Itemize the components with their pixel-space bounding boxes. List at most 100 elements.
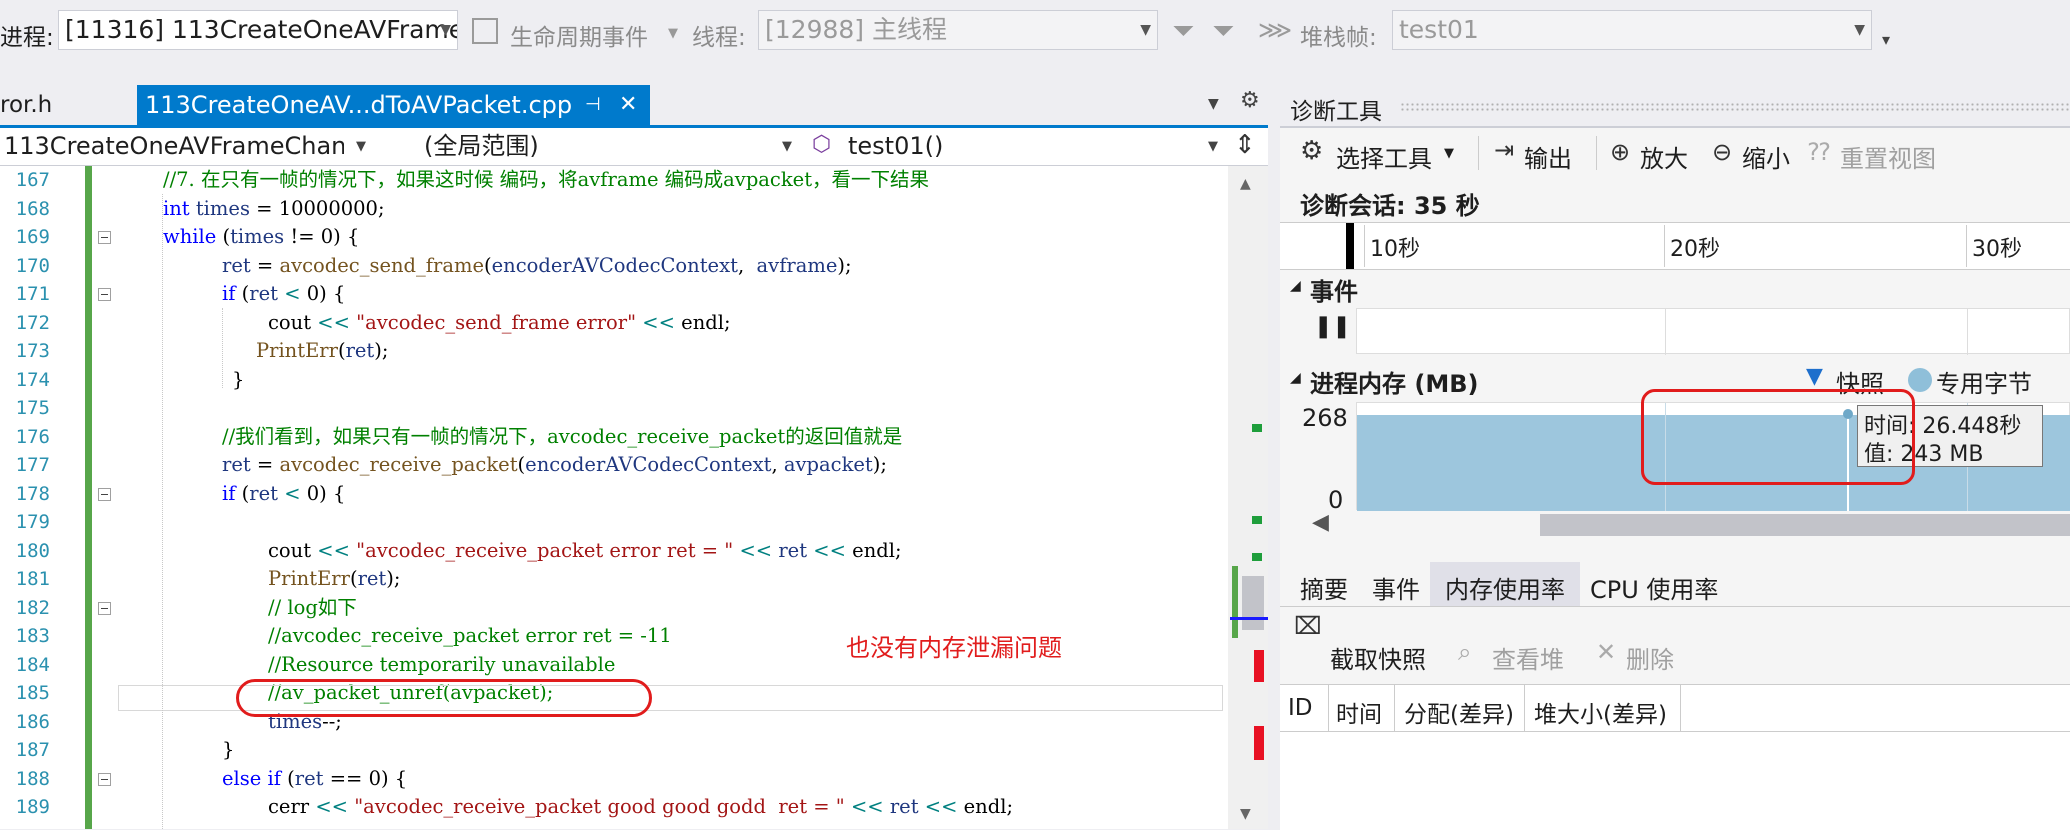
code-line[interactable]: 175	[0, 394, 1228, 423]
chevron-down-icon[interactable]: ▼	[1444, 146, 1454, 161]
split-editor-icon[interactable]: ⇕	[1234, 130, 1256, 160]
timeline-ruler[interactable]: 10秒 20秒 30秒	[1280, 222, 2070, 270]
code-line[interactable]: 173 PrintErr(ret);	[0, 337, 1228, 366]
tab-summary[interactable]: 摘要	[1300, 570, 1348, 605]
pin-icon[interactable]: ⊣	[585, 85, 601, 125]
splitter[interactable]	[1268, 86, 1280, 829]
line-number: 189	[15, 796, 50, 818]
zoom-in-button[interactable]: 放大	[1640, 139, 1688, 174]
code-line[interactable]: 179	[0, 508, 1228, 537]
column-id[interactable]: ID	[1288, 695, 1313, 721]
time-cursor[interactable]	[1346, 223, 1354, 269]
events-section-title: 事件	[1310, 278, 1358, 306]
code-text: while (times != 0) {	[163, 225, 360, 248]
close-icon[interactable]: ✕	[619, 85, 637, 125]
fold-toggle-icon[interactable]	[98, 772, 111, 786]
scroll-up-icon[interactable]: ▲	[1240, 176, 1251, 192]
code-line[interactable]: 170 ret = avcodec_send_frame(encoderAVCod…	[0, 252, 1228, 281]
tab-memory-usage[interactable]: 内存使用率	[1445, 570, 1565, 605]
view-heap-button[interactable]: 查看堆	[1492, 640, 1564, 675]
select-tool-button[interactable]: 选择工具	[1336, 139, 1432, 174]
toolbar-overflow-icon[interactable]: ▾	[1882, 30, 1890, 49]
editor-scrollbar[interactable]: ▲ ▼	[1228, 166, 1268, 829]
fold-toggle-icon[interactable]	[98, 288, 111, 301]
function-dropdown[interactable]: test01()	[848, 128, 1188, 165]
tick-label: 10秒	[1370, 237, 1420, 262]
zoom-out-button[interactable]: 缩小	[1742, 139, 1790, 174]
filter-clear-icon[interactable]: ⏷	[1212, 14, 1234, 48]
code-line[interactable]: 171 if (ret < 0) {	[0, 280, 1228, 309]
lifecycle-icon	[472, 18, 498, 44]
code-line[interactable]: 188 else if (ret == 0) {	[0, 765, 1228, 794]
line-number: 173	[15, 340, 50, 362]
code-line[interactable]: 182 // log如下	[0, 594, 1228, 623]
line-number: 181	[15, 568, 50, 590]
reset-view-button[interactable]: 重置视图	[1840, 139, 1936, 174]
chevron-down-icon[interactable]: ▼	[782, 128, 792, 165]
pause-icon[interactable]: ❚❚	[1314, 314, 1351, 339]
lifecycle-events-dropdown[interactable]: 生命周期事件	[510, 18, 648, 52]
tick-label: 20秒	[1670, 237, 1720, 262]
code-line[interactable]: 180 cout << "avcodec_receive_packet error…	[0, 537, 1228, 566]
code-line[interactable]: 178 if (ret < 0) {	[0, 480, 1228, 509]
search-icon: ⌕	[1458, 638, 1472, 666]
code-line[interactable]: 187}	[0, 736, 1228, 765]
function-name: test01()	[848, 132, 944, 160]
events-track[interactable]	[1356, 308, 2070, 355]
fold-toggle-icon[interactable]	[98, 487, 111, 501]
collapse-icon[interactable]: ◢	[1290, 278, 1301, 294]
memory-graph[interactable]: 时间: 26.448秒 值: 243 MB	[1356, 389, 2070, 511]
column-alloc-diff[interactable]: 分配(差异)	[1404, 695, 1514, 729]
private-bytes-legend: 专用字节	[1936, 370, 2032, 398]
code-line[interactable]: 172 cout << "avcodec_send_frame error" <<…	[0, 309, 1228, 338]
scroll-down-icon[interactable]: ▼	[1240, 806, 1251, 822]
tab-header-file[interactable]: ror.h	[0, 86, 135, 124]
chevron-down-icon: ▼	[668, 26, 678, 41]
line-number: 178	[15, 482, 50, 505]
thread-combo[interactable]: [12988] 主线程 ▼	[758, 10, 1158, 50]
delete-button[interactable]: 删除	[1626, 640, 1674, 675]
chevron-down-icon: ▼	[1854, 22, 1865, 38]
camera-icon: ⌧	[1294, 612, 1322, 640]
chevron-down-icon: ▼	[1140, 22, 1151, 38]
code-line[interactable]: 174}	[0, 366, 1228, 395]
code-text: cout << "avcodec_send_frame error" << en…	[268, 310, 731, 334]
gear-icon[interactable]: ⚙	[1240, 88, 1260, 113]
code-line[interactable]: 181 PrintErr(ret);	[0, 565, 1228, 594]
code-text: PrintErr(ret);	[268, 567, 401, 590]
tab-events[interactable]: 事件	[1372, 570, 1420, 605]
collapse-icon[interactable]: ◢	[1290, 370, 1301, 386]
code-line[interactable]: 167 //7. 在只有一帧的情况下，如果这时候 编码，将avframe 编码成a…	[0, 166, 1228, 195]
process-combo[interactable]: [11316] 113CreateOneAVFrame ▼	[58, 10, 458, 50]
chevron-down-icon[interactable]: ▼	[1208, 128, 1218, 165]
fold-toggle-icon[interactable]	[98, 601, 111, 615]
output-button[interactable]: 输出	[1524, 139, 1572, 174]
column-heap-diff[interactable]: 堆大小(差异)	[1534, 695, 1667, 729]
code-line[interactable]: 169 while (times != 0) {	[0, 223, 1228, 252]
line-number: 174	[15, 368, 50, 391]
title-grip	[1400, 102, 2070, 112]
code-line[interactable]: 168 int times = 10000000;	[0, 195, 1228, 224]
code-text: //我们看到，如果只有一帧的情况下，avcodec_receive_packet…	[222, 424, 903, 448]
filter-icon[interactable]: ⏷	[1172, 14, 1194, 48]
scroll-thumb[interactable]	[1242, 576, 1264, 630]
code-line[interactable]: 189 cerr << "avcodec_receive_packet good …	[0, 793, 1228, 822]
scope-dropdown[interactable]: (全局范围)	[424, 128, 754, 165]
column-time[interactable]: 时间	[1336, 695, 1382, 729]
graph-scroll-thumb[interactable]	[1540, 514, 2070, 536]
tab-active-cpp[interactable]: 113CreateOneAV...dToAVPacket.cpp ⊣ ✕	[137, 85, 650, 125]
stack-frame-combo[interactable]: test01 ▼	[1392, 10, 1872, 50]
code-text: if (ret < 0) {	[222, 282, 346, 305]
tab-list-dropdown-icon[interactable]: ▼	[1208, 96, 1219, 112]
code-line[interactable]: 177 ret = avcodec_receive_packet(encoderA…	[0, 451, 1228, 480]
chevron-down-icon[interactable]: ▼	[356, 128, 366, 165]
line-number: 172	[15, 311, 50, 334]
tab-cpu-usage[interactable]: CPU 使用率	[1590, 570, 1718, 605]
project-dropdown[interactable]: 113CreateOneAVFrameChang	[4, 128, 344, 165]
code-editor[interactable]: 167 //7. 在只有一帧的情况下，如果这时候 编码，将avframe 编码成a…	[0, 166, 1228, 829]
take-snapshot-button[interactable]: 截取快照	[1330, 640, 1426, 675]
scroll-left-icon[interactable]: ◀	[1312, 510, 1329, 535]
code-line[interactable]: 176 //我们看到，如果只有一帧的情况下，avcodec_receive_pac…	[0, 423, 1228, 452]
flag-threads-icon[interactable]: ⋙	[1258, 16, 1292, 44]
fold-toggle-icon[interactable]	[98, 231, 111, 244]
